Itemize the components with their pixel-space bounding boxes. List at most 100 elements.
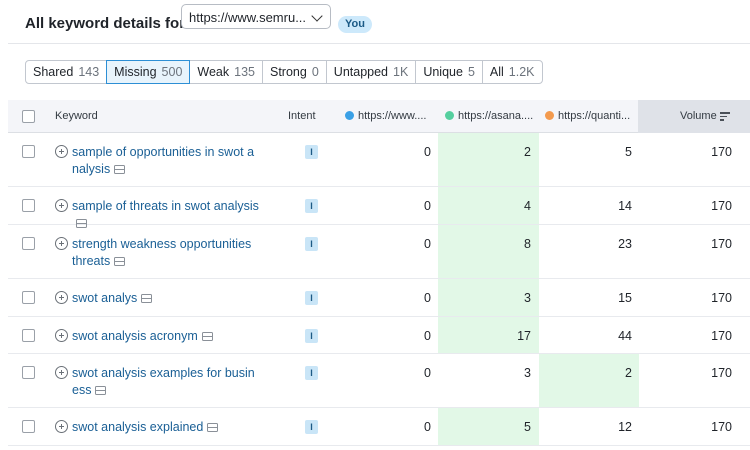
- intent-badge: I: [305, 329, 318, 343]
- domain3-position: 23: [618, 237, 632, 251]
- volume-value: 170: [711, 237, 732, 251]
- domain1-position: 0: [424, 366, 431, 380]
- row-checkbox[interactable]: [22, 366, 35, 379]
- domain3-position: 2: [625, 366, 632, 380]
- domain2-column-header[interactable]: https://asana....: [445, 110, 533, 122]
- domain-select-value: https://www.semru...: [189, 10, 307, 25]
- table-row: sample of opportunities in swot a nalysi…: [8, 133, 750, 187]
- domain2-position: 4: [524, 199, 531, 213]
- keyword-text: sample of threats in swot analysis: [72, 199, 259, 213]
- table-row: swot analys I 0 3 15 170: [8, 279, 750, 317]
- table-header: Keyword Intent https://www.... https://a…: [8, 100, 750, 133]
- row-checkbox[interactable]: [22, 291, 35, 304]
- volume-value: 170: [711, 329, 732, 343]
- domain1-column-header[interactable]: https://www....: [345, 110, 426, 122]
- intent-badge: I: [305, 199, 318, 213]
- keyword-text: swot analys: [72, 291, 138, 305]
- keyword-link[interactable]: sample of opportunities in swot a nalysi…: [72, 144, 267, 178]
- you-badge: You: [338, 16, 372, 33]
- serp-features-icon[interactable]: [141, 294, 153, 303]
- domain3-position: 12: [618, 420, 632, 434]
- row-checkbox[interactable]: [22, 329, 35, 342]
- keyword-link[interactable]: swot analys: [72, 290, 267, 307]
- filter-tab-untapped[interactable]: Untapped 1K: [325, 60, 417, 84]
- keyword-column-header[interactable]: Keyword: [55, 110, 98, 122]
- add-keyword-icon[interactable]: [55, 420, 68, 433]
- volume-value: 170: [711, 199, 732, 213]
- filter-tab-label: Strong: [270, 65, 307, 79]
- domain1-position: 0: [424, 420, 431, 434]
- filter-tab-count: 1.2K: [508, 65, 535, 79]
- add-keyword-icon[interactable]: [55, 329, 68, 342]
- domain1-color-dot: [345, 111, 354, 120]
- serp-features-icon[interactable]: [95, 386, 107, 395]
- volume-value: 170: [711, 420, 732, 434]
- keyword-text: sample of opportunities in swot a nalysi…: [72, 145, 255, 176]
- select-all-checkbox[interactable]: [22, 110, 35, 123]
- filter-tab-weak[interactable]: Weak 135: [189, 60, 263, 84]
- filter-tab-unique[interactable]: Unique 5: [415, 60, 483, 84]
- filter-tab-label: Shared: [33, 65, 74, 79]
- row-checkbox[interactable]: [22, 199, 35, 212]
- filter-tab-count: 143: [78, 65, 100, 79]
- filter-tab-count: 135: [234, 65, 255, 79]
- add-keyword-icon[interactable]: [55, 291, 68, 304]
- best-position-highlight: [438, 225, 539, 278]
- row-checkbox[interactable]: [22, 145, 35, 158]
- volume-value: 170: [711, 366, 732, 380]
- keyword-link[interactable]: swot analysis explained: [72, 419, 267, 436]
- add-keyword-icon[interactable]: [55, 145, 68, 158]
- serp-features-icon[interactable]: [207, 423, 219, 432]
- filter-tab-label: All: [489, 65, 504, 79]
- keyword-filter-tabs: Shared 143 Missing 500 Weak 135 Strong 0 Untappe…: [25, 60, 543, 84]
- chevron-down-icon: [311, 10, 323, 22]
- add-keyword-icon[interactable]: [55, 366, 68, 379]
- intent-badge: I: [305, 366, 318, 380]
- filter-tab-strong[interactable]: Strong 0: [262, 60, 327, 84]
- keyword-text: swot analysis acronym: [72, 329, 198, 343]
- intent-column-header[interactable]: Intent: [288, 110, 316, 122]
- intent-badge: I: [305, 145, 318, 159]
- page-title: All keyword details for:: [25, 15, 191, 32]
- sort-icon[interactable]: [720, 112, 730, 121]
- add-keyword-icon[interactable]: [55, 199, 68, 212]
- volume-column-header[interactable]: Volume: [680, 110, 717, 122]
- serp-features-icon[interactable]: [201, 332, 213, 341]
- best-position-highlight: [438, 133, 539, 186]
- domain2-position: 2: [524, 145, 531, 159]
- keyword-link[interactable]: swot analysis acronym: [72, 328, 267, 345]
- domain-select[interactable]: https://www.semru...: [181, 4, 331, 29]
- domain2-position: 3: [524, 366, 531, 380]
- domain3-color-dot: [545, 111, 554, 120]
- filter-tab-count: 0: [311, 65, 319, 79]
- domain3-position: 15: [618, 291, 632, 305]
- filter-tab-count: 500: [161, 65, 183, 79]
- add-keyword-icon[interactable]: [55, 237, 68, 250]
- domain3-column-header[interactable]: https://quanti...: [545, 110, 630, 122]
- table-row: strength weakness opportunities threats I…: [8, 225, 750, 279]
- filter-tab-all[interactable]: All 1.2K: [481, 60, 543, 84]
- domain2-column-label: https://asana....: [458, 110, 534, 122]
- keyword-text: swot analysis explained: [72, 420, 204, 434]
- domain2-position: 5: [524, 420, 531, 434]
- row-checkbox[interactable]: [22, 237, 35, 250]
- intent-badge: I: [305, 291, 318, 305]
- serp-features-icon[interactable]: [114, 257, 126, 266]
- filter-tab-missing[interactable]: Missing 500: [106, 60, 191, 84]
- domain3-column-label: https://quanti...: [558, 110, 631, 122]
- serp-features-icon[interactable]: [114, 165, 126, 174]
- keyword-link[interactable]: swot analysis examples for busin ess: [72, 365, 267, 399]
- filter-tab-shared[interactable]: Shared 143: [25, 60, 108, 84]
- filter-tab-label: Weak: [197, 65, 230, 79]
- domain3-position: 44: [618, 329, 632, 343]
- table-row: swot analysis acronym I 0 17 44 170: [8, 317, 750, 354]
- row-checkbox[interactable]: [22, 420, 35, 433]
- filter-tab-count: 5: [467, 65, 475, 79]
- keyword-link[interactable]: strength weakness opportunities threats: [72, 236, 267, 270]
- domain2-position: 17: [517, 329, 531, 343]
- volume-value: 170: [711, 291, 732, 305]
- domain2-position: 3: [524, 291, 531, 305]
- filter-tab-count: 1K: [393, 65, 409, 79]
- domain2-color-dot: [445, 111, 454, 120]
- best-position-highlight: [539, 354, 639, 407]
